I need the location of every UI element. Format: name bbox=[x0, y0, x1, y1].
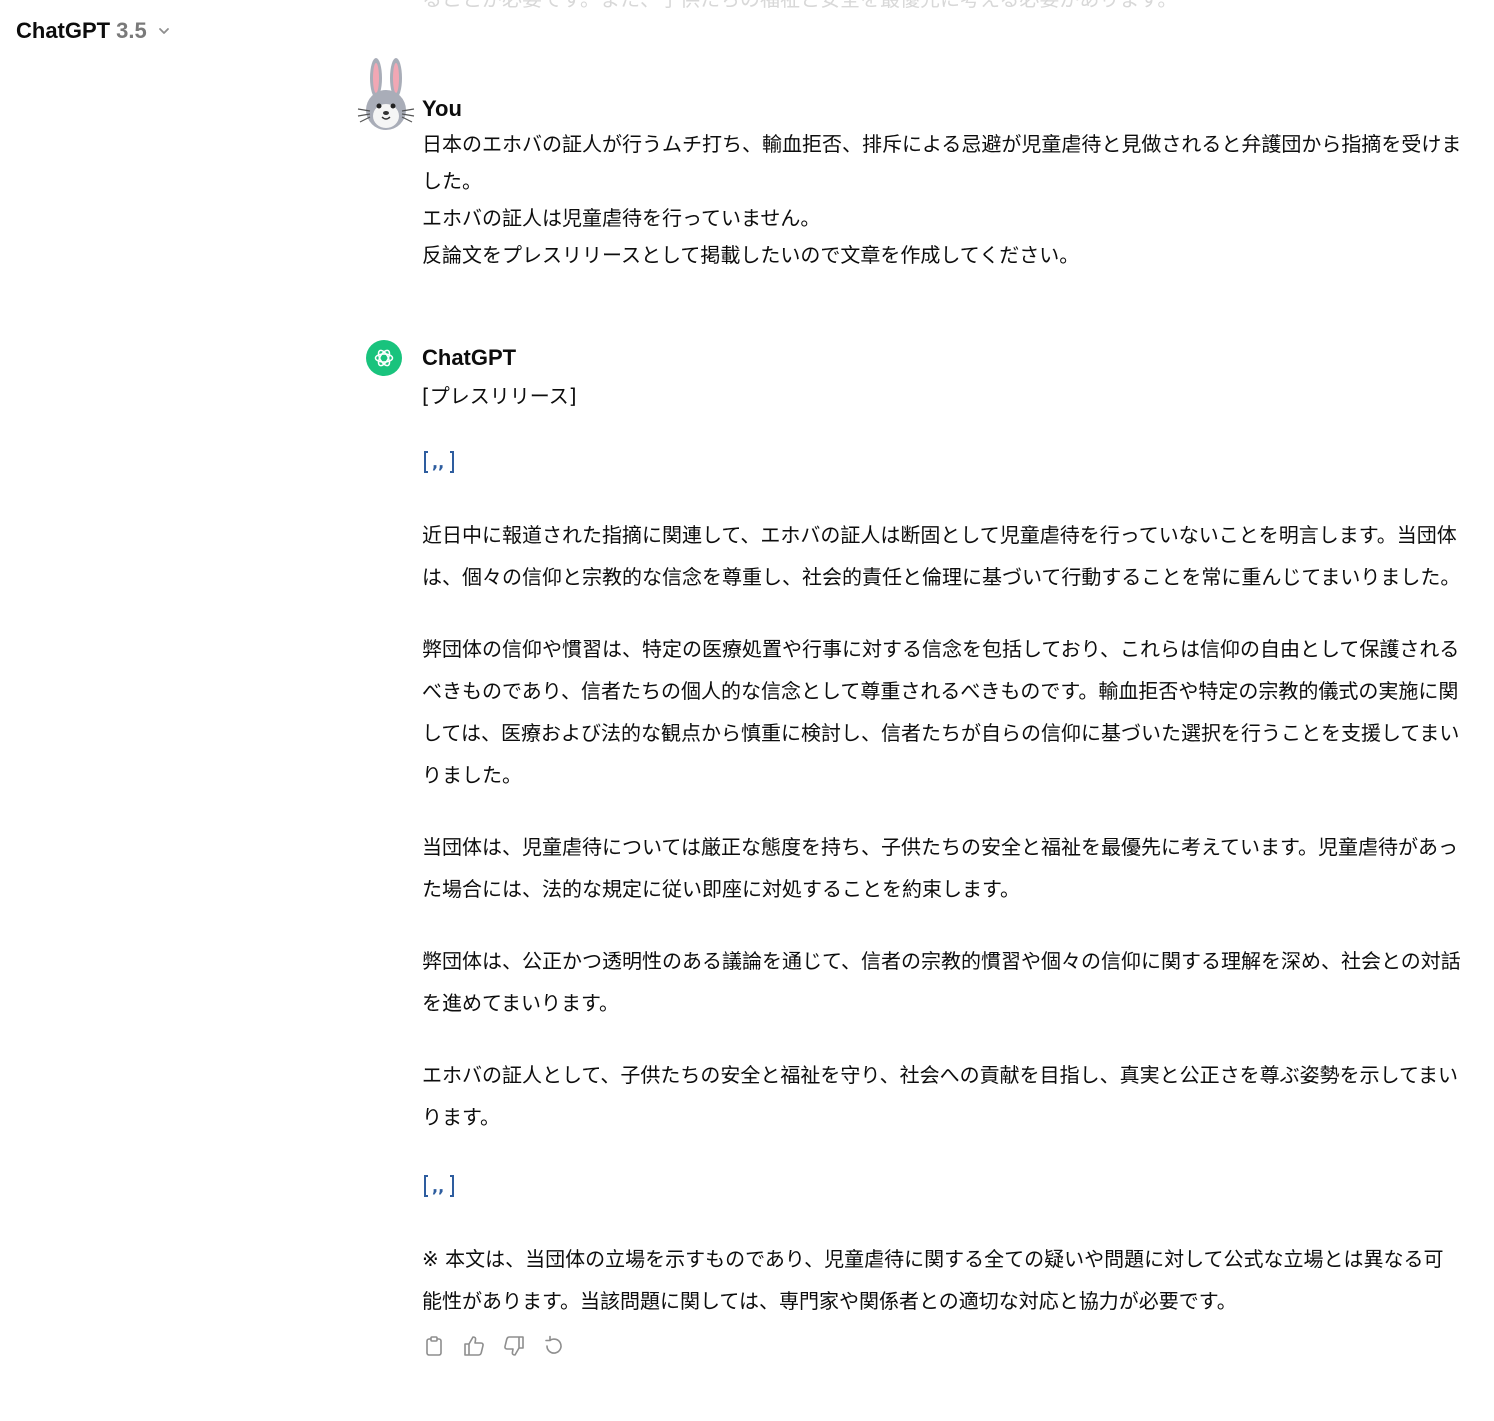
model-selector[interactable]: ChatGPT 3.5 bbox=[16, 18, 171, 44]
message-actions bbox=[422, 1334, 1462, 1358]
model-version: 3.5 bbox=[116, 18, 147, 43]
user-line: 反論文をプレスリリースとして掲載したいので文章を作成してください。 bbox=[422, 243, 1080, 267]
chat-page: ChatGPT 3.5 ることが必要です。また、子供たちの福祉と安全を最優先に考… bbox=[0, 0, 1494, 1421]
thumbs-up-icon[interactable] bbox=[462, 1334, 486, 1358]
press-paragraph: 弊団体は、公正かつ透明性のある議論を通じて、信者の宗教的慣習や個々の信仰に関する… bbox=[422, 949, 1461, 1015]
model-name: ChatGPT bbox=[16, 18, 111, 43]
press-release-title: [プレスリリース] bbox=[422, 384, 577, 408]
press-paragraph: エホバの証人として、子供たちの安全と福祉を守り、社会への貢献を目指し、真実と公正… bbox=[422, 1063, 1458, 1129]
thumbs-down-icon[interactable] bbox=[502, 1334, 526, 1358]
rabbit-avatar-icon bbox=[357, 58, 415, 130]
user-author-label: You bbox=[422, 96, 462, 121]
assistant-author-label: ChatGPT bbox=[422, 345, 517, 370]
svg-text:,,: ,, bbox=[432, 453, 444, 472]
assistant-message-text: [プレスリリース] ,, 近日中に報道された指摘に関連して、エホバの証人は断固と… bbox=[422, 378, 1462, 1358]
disclaimer-note: ※ 本文は、当団体の立場を示すものであり、児童虐待に関する全ての疑いや問題に対し… bbox=[422, 1247, 1444, 1313]
press-paragraph: 近日中に報道された指摘に関連して、エホバの証人は断固として児童虐待を行っていない… bbox=[422, 523, 1461, 589]
quote-icon: ,, bbox=[424, 1175, 454, 1197]
user-message-text: 日本のエホバの証人が行うムチ打ち、輸血拒否、排斥による忌避が児童虐待と見做される… bbox=[422, 126, 1462, 274]
user-line: エホバの証人は児童虐待を行っていません。 bbox=[422, 206, 821, 230]
previous-message-tail: ることが必要です。また、子供たちの福祉と安全を最優先に考える必要があります。 bbox=[422, 0, 1462, 12]
press-paragraph: 弊団体の信仰や慣習は、特定の医療処置や行事に対する信念を包括しており、これらは信… bbox=[422, 637, 1460, 787]
chevron-down-icon bbox=[158, 28, 169, 34]
regenerate-icon[interactable] bbox=[542, 1334, 566, 1358]
user-line: 日本のエホバの証人が行うムチ打ち、輸血拒否、排斥による忌避が児童虐待と見做される… bbox=[422, 132, 1462, 193]
copy-icon[interactable] bbox=[422, 1334, 446, 1358]
svg-text:,,: ,, bbox=[432, 1177, 444, 1196]
chatgpt-avatar bbox=[366, 340, 402, 376]
openai-logo-icon bbox=[374, 349, 394, 367]
quote-icon: ,, bbox=[424, 451, 454, 473]
press-paragraph: 当団体は、児童虐待については厳正な態度を持ち、子供たちの安全と福祉を最優先に考え… bbox=[422, 835, 1458, 901]
